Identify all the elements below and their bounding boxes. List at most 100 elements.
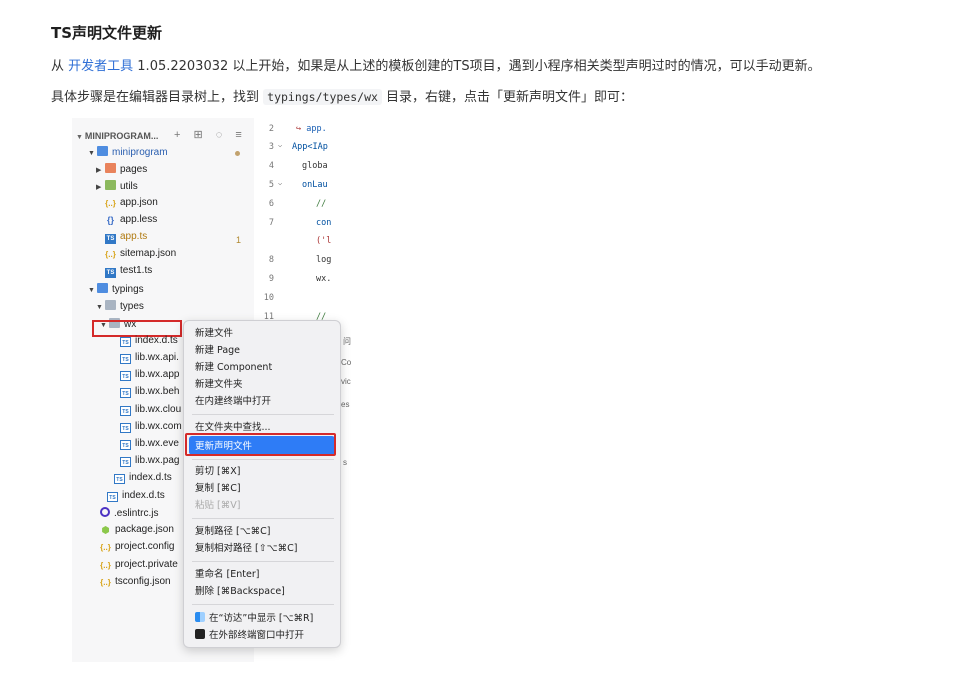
menu-item-delete[interactable]: 删除 [⌘Backspace] bbox=[195, 584, 285, 599]
menu-item-cut[interactable]: 剪切 [⌘X] bbox=[195, 464, 240, 479]
json-icon: {..} bbox=[105, 250, 116, 259]
json-icon: {..} bbox=[100, 578, 111, 587]
explorer-title: MINIPROGRAM... bbox=[84, 131, 159, 141]
inline-code-path: typings/types/wx bbox=[263, 89, 382, 105]
tree-item-test1-ts[interactable]: TS test1.ts bbox=[105, 265, 152, 282]
tree-item-eslintrc[interactable]: .eslintrc.js bbox=[100, 507, 158, 524]
update-declarations-highlight bbox=[185, 433, 336, 456]
menu-item-new-folder[interactable]: 新建文件夹 bbox=[195, 377, 243, 392]
panel-peek-text: 问 bbox=[343, 337, 351, 346]
menu-item-open-external-terminal[interactable]: 在外部终端窗口中打开 bbox=[195, 628, 304, 643]
menu-item-copy[interactable]: 复制 [⌘C] bbox=[195, 481, 241, 496]
ts-icon: TS bbox=[120, 440, 131, 450]
tree-item-typings-index-d-ts[interactable]: TS index.d.ts bbox=[107, 490, 165, 507]
ts-icon: TS bbox=[105, 234, 116, 244]
code-line: wx. bbox=[316, 274, 332, 284]
intro-paragraph: 从 开发者工具 1.05.2203032 以上开始，如果是从上述的模板创建的TS… bbox=[51, 55, 821, 74]
folder-icon bbox=[97, 283, 108, 293]
tree-item-lib-wx-eve[interactable]: TS lib.wx.eve bbox=[120, 438, 179, 455]
menu-separator bbox=[192, 518, 334, 519]
tree-item-lib-wx-clou[interactable]: TS lib.wx.clou bbox=[120, 404, 181, 421]
menu-item-new-component[interactable]: 新建 Component bbox=[195, 360, 272, 375]
ts-icon: TS bbox=[120, 423, 131, 433]
panel-peek-text: Co bbox=[341, 358, 351, 367]
line-number: 10 bbox=[263, 293, 274, 303]
eslint-icon bbox=[100, 507, 110, 517]
steps-paragraph: 具体步骤是在编辑器目录树上，找到 typings/types/wx 目录，右键，… bbox=[51, 86, 633, 105]
tree-item-index-d-ts[interactable]: TS index.d.ts bbox=[120, 335, 178, 352]
menu-item-open-in-terminal[interactable]: 在内建终端中打开 bbox=[195, 394, 271, 409]
modified-dot bbox=[235, 151, 240, 156]
tree-item-sitemap-json[interactable]: {..} sitemap.json bbox=[105, 248, 176, 265]
menu-separator bbox=[192, 604, 334, 605]
devtools-link[interactable]: 开发者工具 bbox=[68, 59, 133, 74]
para1-rest: 1.05.2203032 以上开始，如果是从上述的模板创建的TS项目，遇到小程序… bbox=[133, 59, 821, 74]
menu-separator bbox=[192, 414, 334, 415]
ts-icon: TS bbox=[114, 474, 125, 484]
menu-item-new-file[interactable]: 新建文件 bbox=[195, 326, 233, 341]
tree-item-typings[interactable]: ▼ typings bbox=[88, 283, 144, 300]
tree-item-lib-wx-app[interactable]: TS lib.wx.app bbox=[120, 369, 179, 386]
tree-item-app-ts[interactable]: TS app.ts bbox=[105, 231, 147, 248]
folder-icon bbox=[105, 300, 116, 310]
para2-rest: 目录，右键，点击「更新声明文件」即可： bbox=[381, 90, 634, 105]
problem-count-badge: 1 bbox=[236, 235, 242, 245]
tree-item-pages[interactable]: ▶ pages bbox=[96, 163, 147, 180]
fold-chevron-icon[interactable]: ⌵ bbox=[278, 179, 282, 187]
tree-item-types-index-d-ts[interactable]: TS index.d.ts bbox=[114, 472, 172, 489]
tree-item-miniprogram[interactable]: ▼ miniprogram bbox=[88, 146, 168, 163]
ts-icon: TS bbox=[120, 406, 131, 416]
menu-separator bbox=[192, 561, 334, 562]
tree-item-lib-wx-beh[interactable]: TS lib.wx.beh bbox=[120, 386, 179, 403]
menu-item-rename[interactable]: 重命名 [Enter] bbox=[195, 567, 259, 582]
panel-peek-text: es bbox=[341, 400, 350, 409]
line-number: 2 bbox=[268, 124, 274, 134]
finder-icon bbox=[195, 612, 205, 622]
explorer-header: ▼ MINIPROGRAM... + ⊞ ◌ ≡ bbox=[76, 128, 247, 141]
ts-icon: TS bbox=[120, 457, 131, 467]
tree-item-package-json[interactable]: ⬢ package.json bbox=[100, 524, 174, 541]
tree-item-tsconfig[interactable]: {..} tsconfig.json bbox=[100, 576, 170, 593]
line-number: 7 bbox=[268, 218, 274, 228]
code-line: con bbox=[316, 218, 332, 228]
folder-icon bbox=[105, 163, 116, 173]
context-menu: 新建文件 新建 Page 新建 Component 新建文件夹 在内建终端中打开… bbox=[183, 320, 341, 648]
menu-item-copy-relative-path[interactable]: 复制相对路径 [⇧⌥⌘C] bbox=[195, 541, 297, 556]
panel-peek-text: s bbox=[343, 458, 347, 467]
tree-item-project-config[interactable]: {..} project.config bbox=[100, 541, 174, 558]
ts-icon: TS bbox=[120, 354, 131, 364]
para2-prefix: 具体步骤是在编辑器目录树上，找到 bbox=[51, 90, 264, 105]
code-line: onLau bbox=[302, 180, 328, 190]
menu-item-reveal-in-finder[interactable]: 在“访达”中显示 [⌥⌘R] bbox=[195, 611, 313, 626]
ts-icon: TS bbox=[105, 268, 116, 278]
menu-item-paste: 粘贴 [⌘V] bbox=[195, 500, 241, 511]
less-icon: {} bbox=[106, 215, 114, 225]
json-icon: {..} bbox=[105, 199, 116, 208]
code-line: App<IAp bbox=[292, 142, 328, 152]
explorer-actions-icon[interactable]: + ⊞ ◌ ≡ bbox=[174, 128, 247, 141]
package-icon: ⬢ bbox=[101, 525, 110, 535]
code-line: ('l bbox=[316, 236, 332, 246]
code-line: // bbox=[316, 199, 327, 209]
tree-item-lib-wx-api[interactable]: TS lib.wx.api. bbox=[120, 352, 179, 369]
code-line: globa bbox=[302, 161, 328, 171]
ts-icon: TS bbox=[120, 371, 131, 381]
folder-icon bbox=[105, 180, 116, 190]
menu-item-copy-path[interactable]: 复制路径 [⌥⌘C] bbox=[195, 524, 271, 539]
line-number: 9 bbox=[268, 274, 274, 284]
tree-item-lib-wx-com[interactable]: TS lib.wx.com bbox=[120, 421, 182, 438]
folder-icon bbox=[97, 146, 108, 156]
fold-chevron-icon[interactable]: ⌵ bbox=[278, 141, 282, 149]
menu-item-new-page[interactable]: 新建 Page bbox=[195, 343, 240, 358]
tree-item-utils[interactable]: ▶ utils bbox=[96, 180, 138, 197]
ts-icon: TS bbox=[107, 492, 118, 502]
panel-peek-text: vic bbox=[341, 377, 351, 386]
tree-item-app-less[interactable]: {} app.less bbox=[105, 214, 157, 231]
tree-item-types[interactable]: ▼ types bbox=[96, 300, 144, 317]
tree-item-app-json[interactable]: {..} app.json bbox=[105, 197, 158, 214]
tree-item-lib-wx-pag[interactable]: TS lib.wx.pag bbox=[120, 455, 179, 472]
document-title: TS声明文件更新 bbox=[51, 24, 163, 42]
code-line: ↪ app. bbox=[296, 124, 327, 134]
tree-item-project-private[interactable]: {..} project.private bbox=[100, 559, 178, 576]
line-number: 5 bbox=[268, 180, 274, 190]
